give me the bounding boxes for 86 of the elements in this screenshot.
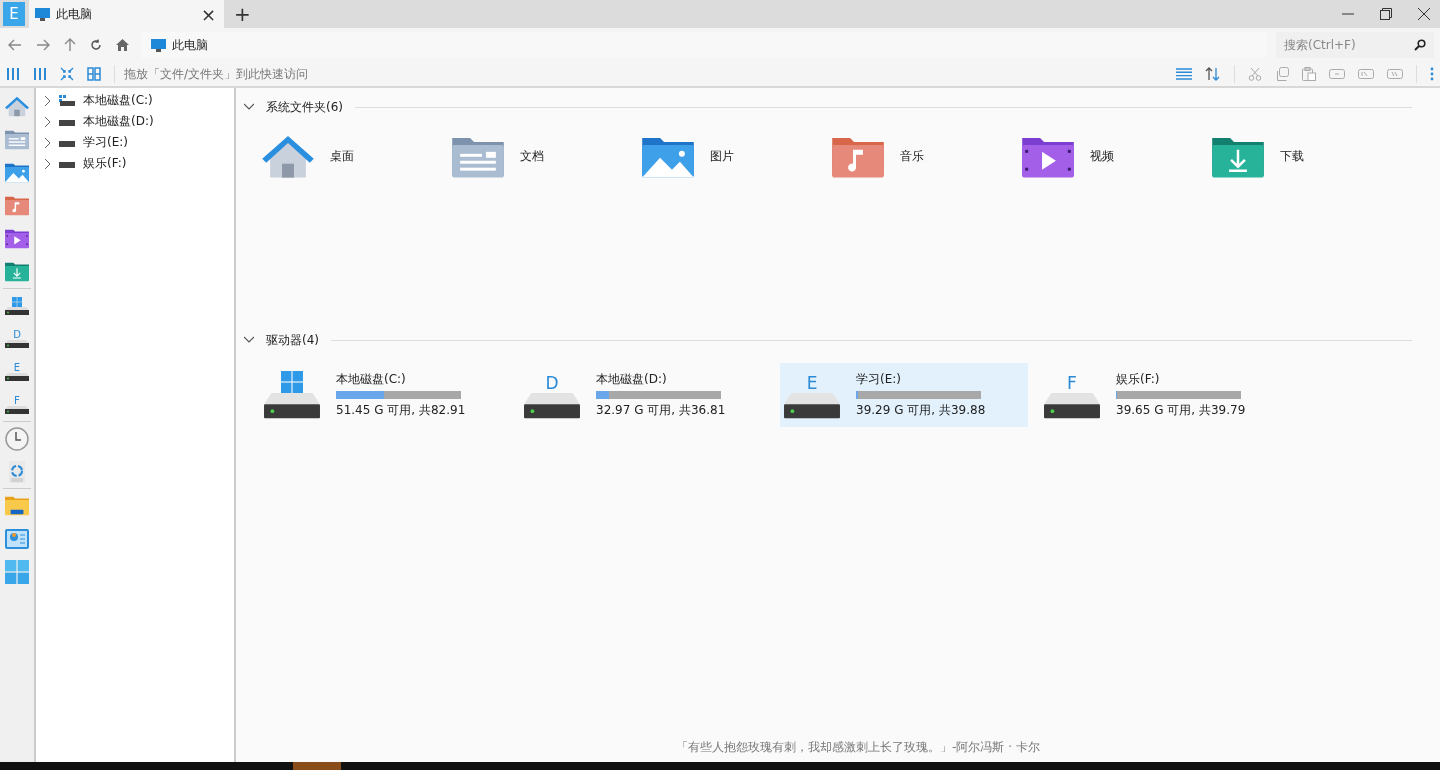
- document-folder-icon: [4, 128, 30, 151]
- monitor-icon: [35, 7, 50, 21]
- folder-icon: [4, 494, 30, 517]
- list-view-icon[interactable]: [1176, 68, 1192, 80]
- forward-arrow-icon[interactable]: [36, 39, 50, 51]
- house-icon: [4, 95, 30, 118]
- copy-icon[interactable]: [1275, 67, 1289, 81]
- hard-drive-icon: [1044, 393, 1100, 419]
- chevron-right-icon[interactable]: [43, 95, 51, 106]
- drive-icon: [59, 95, 75, 106]
- tree-item[interactable]: 本地磁盘(D:): [36, 111, 234, 132]
- drive-shortcut[interactable]: [5, 296, 29, 315]
- app-logo: E: [3, 2, 25, 26]
- folder-item[interactable]: 音乐: [830, 126, 1020, 186]
- drive-letter: F: [1067, 373, 1077, 394]
- drive-space: 39.29 G 可用, 共39.88: [856, 402, 986, 419]
- drive-space: 32.97 G 可用, 共36.81: [596, 402, 726, 419]
- cut-icon[interactable]: [1248, 67, 1262, 81]
- drive-space: 51.45 G 可用, 共82.91: [336, 402, 466, 419]
- drive-letter: E: [806, 373, 818, 394]
- control-panel-icon[interactable]: [5, 528, 29, 549]
- folder-item[interactable]: 文档: [450, 126, 640, 186]
- chevron-right-icon[interactable]: [43, 137, 51, 148]
- hard-drive-icon: [264, 393, 320, 419]
- chevron-down-icon[interactable]: [244, 103, 254, 111]
- windows-logo-icon: [281, 371, 303, 394]
- drive-name: 本地磁盘(D:): [596, 371, 668, 388]
- folder-item[interactable]: 桌面: [260, 126, 450, 186]
- folder-item[interactable]: 视频: [1020, 126, 1210, 186]
- drive-item[interactable]: 本地磁盘(C:) 51.45 G 可用, 共82.91: [260, 363, 508, 427]
- close-tab-button[interactable]: ×: [198, 3, 218, 25]
- split-view-icon[interactable]: [87, 67, 101, 81]
- new-tab-button[interactable]: +: [228, 1, 257, 27]
- picture-folder-icon: [4, 161, 30, 184]
- recycle-bin-icon[interactable]: [8, 459, 26, 484]
- address-path: 此电脑: [172, 36, 208, 54]
- home-icon[interactable]: [116, 39, 129, 51]
- drive-name: 本地磁盘(C:): [336, 371, 407, 388]
- quick-access-hint: 拖放「文件/文件夹」到此快速访问: [124, 65, 309, 83]
- drive-item[interactable]: E 学习(E:) 39.29 G 可用, 共39.88: [780, 363, 1028, 427]
- section-title: 系统文件夹(6): [266, 98, 343, 116]
- hard-drive-icon: [524, 393, 580, 419]
- quote-text: 「有些人抱怨玫瑰有刺，我却感激刺上长了玫瑰。」-阿尔冯斯 · 卡尔: [675, 739, 1041, 756]
- monitor-icon: [151, 38, 166, 52]
- three-columns-icon[interactable]: [6, 67, 20, 81]
- drive-space: 39.65 G 可用, 共39.79: [1116, 402, 1246, 419]
- rename-icon[interactable]: [1329, 68, 1345, 80]
- hard-drive-icon: [784, 393, 840, 419]
- drive-name: 娱乐(F:): [1116, 371, 1161, 388]
- video-folder-icon: [4, 227, 30, 250]
- tree-item[interactable]: 学习(E:): [36, 132, 234, 153]
- windows-logo-icon: [12, 296, 22, 307]
- more-icon[interactable]: [1430, 67, 1434, 81]
- music-folder-icon: [4, 194, 30, 217]
- drive-item[interactable]: F 娱乐(F:) 39.65 G 可用, 共39.79: [1040, 363, 1288, 427]
- back-arrow-icon[interactable]: [8, 39, 22, 51]
- folder-item[interactable]: 下载: [1210, 126, 1400, 186]
- tab[interactable]: 此电脑 ×: [29, 0, 224, 28]
- columns-icon[interactable]: [33, 67, 47, 81]
- download-folder-icon: [4, 260, 30, 283]
- drive-icon: [59, 162, 75, 168]
- tag-icon[interactable]: [1358, 68, 1374, 80]
- search-icon: [1414, 39, 1426, 51]
- chevron-right-icon[interactable]: [43, 158, 51, 169]
- drive-item[interactable]: D 本地磁盘(D:) 32.97 G 可用, 共36.81: [520, 363, 768, 427]
- refresh-icon[interactable]: [90, 39, 102, 51]
- drive-letter: D: [545, 373, 559, 394]
- clock-icon[interactable]: [5, 426, 29, 451]
- drive-icon: [59, 141, 75, 147]
- properties-icon[interactable]: [1387, 68, 1403, 80]
- chevron-down-icon[interactable]: [244, 336, 254, 344]
- folder-item[interactable]: 图片: [640, 126, 830, 186]
- close-icon[interactable]: [1418, 8, 1430, 20]
- tree-item[interactable]: 娱乐(F:): [36, 153, 234, 174]
- paste-icon[interactable]: [1302, 67, 1316, 81]
- chevron-right-icon[interactable]: [43, 116, 51, 127]
- drive-name: 学习(E:): [856, 371, 902, 388]
- tab-title: 此电脑: [56, 5, 93, 23]
- windows-logo-icon[interactable]: [5, 559, 29, 584]
- section-title: 驱动器(4): [266, 331, 319, 349]
- sort-icon[interactable]: [1205, 67, 1221, 81]
- up-arrow-icon[interactable]: [64, 38, 76, 52]
- restore-icon[interactable]: [1380, 8, 1392, 20]
- tree-item[interactable]: 本地磁盘(C:): [36, 90, 234, 111]
- collapse-icon[interactable]: [60, 67, 74, 81]
- drive-icon: [59, 120, 75, 126]
